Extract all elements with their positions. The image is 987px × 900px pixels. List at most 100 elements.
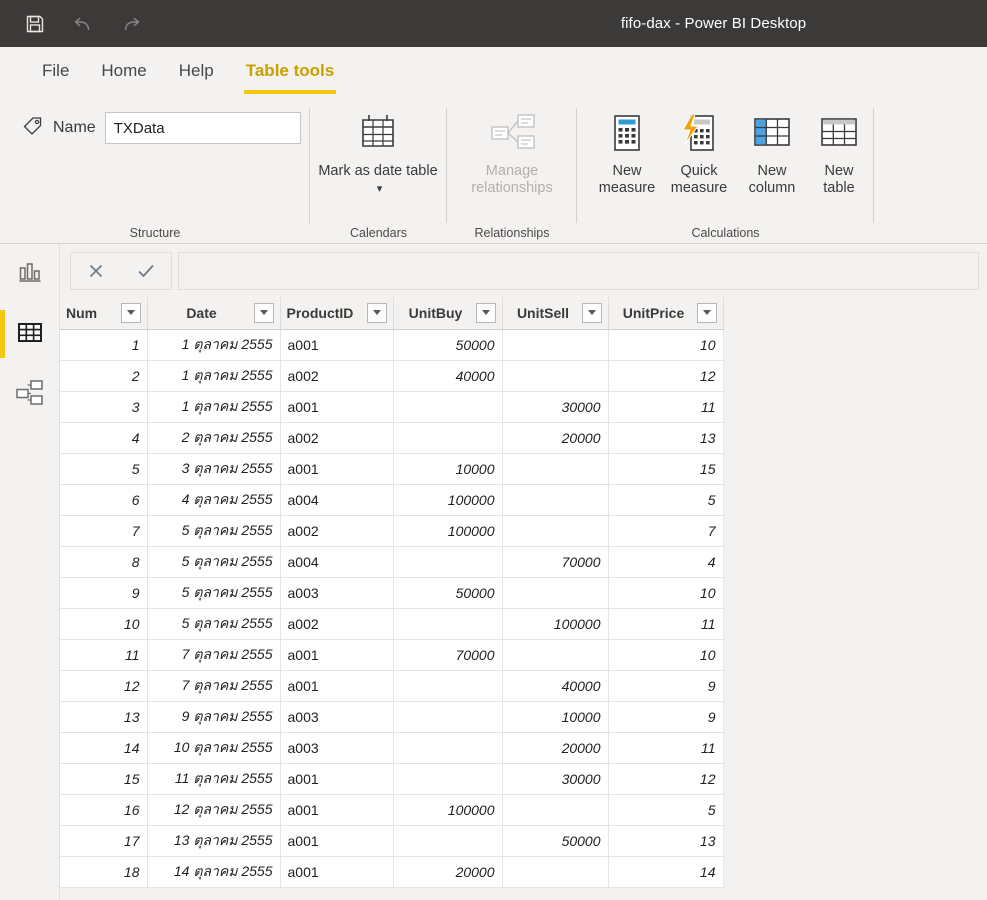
cell-productid[interactable]: a002 [280,360,394,392]
tab-help[interactable]: Help [163,47,230,100]
cell-date[interactable]: 5 ตุลาคม 2555 [147,515,281,547]
column-header-unitsell[interactable]: UnitSell [502,297,609,330]
cell-date[interactable]: 3 ตุลาคม 2555 [147,453,281,485]
cell-unitbuy[interactable] [393,422,503,454]
cell-unitsell[interactable] [502,515,609,547]
redo-icon[interactable] [118,11,144,37]
table-row[interactable]: 17 13 ตุลาคม 2555 a001 50000 13 [60,825,724,857]
cell-unitprice[interactable]: 9 [608,670,724,702]
cell-unitbuy[interactable]: 20000 [393,856,503,888]
manage-relationships-button[interactable]: Manage relationships [453,106,571,197]
cell-productid[interactable]: a001 [280,670,394,702]
new-measure-button[interactable]: New measure [587,106,667,197]
quick-measure-button[interactable]: Quick measure [659,106,739,197]
cell-unitprice[interactable]: 13 [608,422,724,454]
table-row[interactable]: 16 12 ตุลาคม 2555 a001 100000 5 [60,794,724,826]
cell-date[interactable]: 2 ตุลาคม 2555 [147,422,281,454]
cell-date[interactable]: 5 ตุลาคม 2555 [147,546,281,578]
cell-unitprice[interactable]: 11 [608,732,724,764]
cell-unitsell[interactable]: 20000 [502,422,609,454]
cell-productid[interactable]: a001 [280,763,394,795]
data-grid-area[interactable]: Num Date ProductID UnitBuy UnitSell UnitPrice… [60,297,987,900]
cell-unitbuy[interactable]: 40000 [393,360,503,392]
cell-unitsell[interactable] [502,794,609,826]
mark-as-date-table-button[interactable]: Mark as date table ▾ [318,106,438,198]
table-row[interactable]: 15 11 ตุลาคม 2555 a001 30000 12 [60,763,724,795]
formula-confirm-button[interactable] [121,253,171,289]
tab-file[interactable]: File [26,47,85,100]
table-row[interactable]: 85 ตุลาคม 2555 a004 70000 4 [60,546,724,578]
cell-date[interactable]: 12 ตุลาคม 2555 [147,794,281,826]
cell-num[interactable]: 5 [60,453,148,485]
cell-date[interactable]: 1 ตุลาคม 2555 [147,360,281,392]
table-row[interactable]: 10 5 ตุลาคม 2555 a002 100000 11 [60,608,724,640]
table-row[interactable]: 42 ตุลาคม 2555 a002 20000 13 [60,422,724,454]
cell-date[interactable]: 1 ตุลาคม 2555 [147,391,281,423]
cell-unitsell[interactable]: 20000 [502,732,609,764]
cell-unitprice[interactable]: 5 [608,484,724,516]
cell-date[interactable]: 11 ตุลาคม 2555 [147,763,281,795]
cell-num[interactable]: 6 [60,484,148,516]
cell-num[interactable]: 15 [60,763,148,795]
cell-unitprice[interactable]: 15 [608,453,724,485]
filter-dropdown-icon[interactable] [696,302,717,323]
cell-num[interactable]: 14 [60,732,148,764]
cell-unitsell[interactable]: 70000 [502,546,609,578]
table-row[interactable]: 64 ตุลาคม 2555 a004 100000 5 [60,484,724,516]
cell-unitbuy[interactable]: 100000 [393,515,503,547]
cell-unitprice[interactable]: 10 [608,577,724,609]
cell-num[interactable]: 1 [60,329,148,361]
cell-unitsell[interactable]: 30000 [502,763,609,795]
cell-productid[interactable]: a004 [280,484,394,516]
cell-unitbuy[interactable] [393,825,503,857]
cell-productid[interactable]: a002 [280,515,394,547]
column-header-unitprice[interactable]: UnitPrice [608,297,724,330]
cell-date[interactable]: 9 ตุลาคม 2555 [147,701,281,733]
cell-unitprice[interactable]: 10 [608,329,724,361]
cell-num[interactable]: 9 [60,577,148,609]
cell-productid[interactable]: a001 [280,856,394,888]
cell-unitprice[interactable]: 4 [608,546,724,578]
table-row[interactable]: 11 7 ตุลาคม 2555 a001 70000 10 [60,639,724,671]
sidebar-item-data-view[interactable] [0,304,59,364]
undo-icon[interactable] [70,11,96,37]
column-header-num[interactable]: Num [60,297,148,330]
cell-num[interactable]: 17 [60,825,148,857]
table-row[interactable]: 95 ตุลาคม 2555 a003 50000 10 [60,577,724,609]
cell-unitbuy[interactable]: 100000 [393,794,503,826]
cell-productid[interactable]: a001 [280,453,394,485]
cell-unitbuy[interactable] [393,763,503,795]
new-table-button[interactable]: New table [805,106,873,197]
cell-unitbuy[interactable] [393,670,503,702]
table-name-input[interactable] [104,112,301,144]
save-icon[interactable] [22,11,48,37]
formula-input[interactable] [178,251,979,290]
cell-unitsell[interactable] [502,360,609,392]
cell-unitprice[interactable]: 9 [608,701,724,733]
cell-num[interactable]: 3 [60,391,148,423]
cell-unitprice[interactable]: 12 [608,763,724,795]
cell-num[interactable]: 7 [60,515,148,547]
cell-date[interactable]: 5 ตุลาคม 2555 [147,577,281,609]
formula-cancel-button[interactable] [71,253,121,289]
filter-dropdown-icon[interactable] [253,302,274,323]
table-row[interactable]: 31 ตุลาคม 2555 a001 30000 11 [60,391,724,423]
cell-unitprice[interactable]: 5 [608,794,724,826]
chevron-down-icon[interactable]: ▾ [377,181,383,198]
column-header-date[interactable]: Date [147,297,281,330]
cell-date[interactable]: 13 ตุลาคม 2555 [147,825,281,857]
cell-unitsell[interactable]: 50000 [502,825,609,857]
cell-productid[interactable]: a001 [280,391,394,423]
table-row[interactable]: 53 ตุลาคม 2555 a001 10000 15 [60,453,724,485]
tab-home[interactable]: Home [85,47,162,100]
cell-unitsell[interactable] [502,453,609,485]
cell-date[interactable]: 10 ตุลาคม 2555 [147,732,281,764]
cell-unitsell[interactable]: 100000 [502,608,609,640]
cell-unitprice[interactable]: 14 [608,856,724,888]
table-row[interactable]: 75 ตุลาคม 2555 a002 100000 7 [60,515,724,547]
cell-unitbuy[interactable]: 10000 [393,453,503,485]
table-row[interactable]: 13 9 ตุลาคม 2555 a003 10000 9 [60,701,724,733]
cell-productid[interactable]: a002 [280,422,394,454]
filter-dropdown-icon[interactable] [366,302,387,323]
cell-unitbuy[interactable] [393,732,503,764]
